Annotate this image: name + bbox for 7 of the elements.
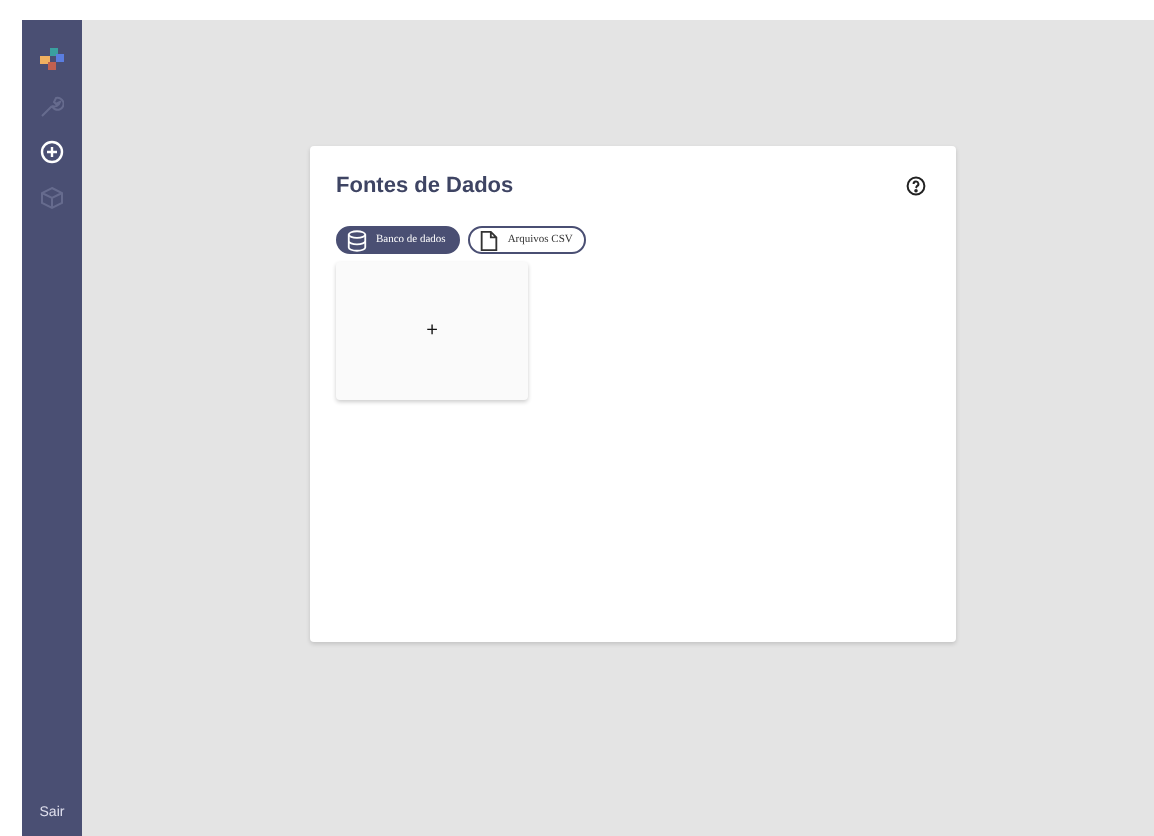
add-button[interactable] [40,140,64,164]
panel-title: Fontes de Dados [336,174,514,198]
logo-button[interactable] [40,48,64,72]
add-source-card[interactable]: + [336,262,528,400]
database-icon [346,229,368,251]
file-icon [477,229,500,251]
help-icon[interactable] [906,176,926,196]
